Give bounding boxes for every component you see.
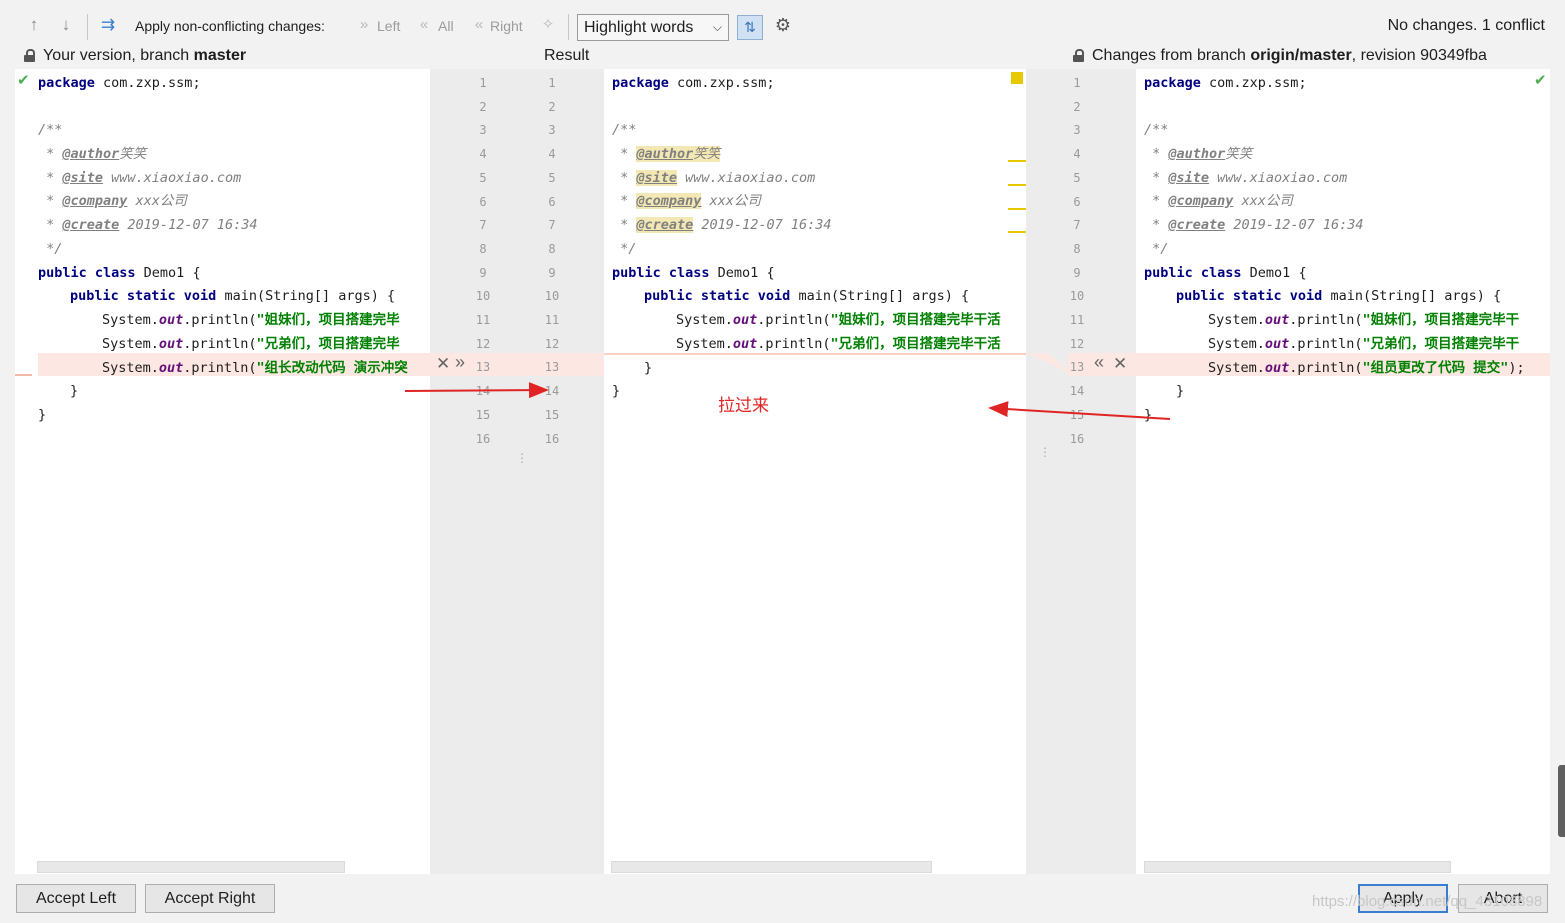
annotation-arrow-left	[988, 401, 1171, 420]
accept-left-button[interactable]: Accept Left	[16, 884, 136, 913]
watermark: https://blog.csdn.net/qq_43108898	[1312, 893, 1543, 910]
accept-right-button[interactable]: Accept Right	[145, 884, 275, 913]
annotation-arrows	[404, 382, 1171, 420]
annotation-arrow-right	[404, 382, 549, 399]
